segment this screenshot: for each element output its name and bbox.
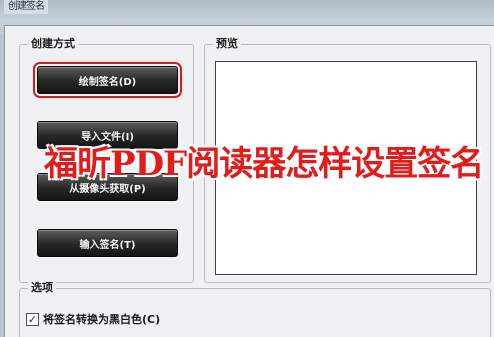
convert-bw-checkbox[interactable]: ✓ [26, 312, 39, 326]
type-signature-button[interactable]: 输入签名(T) [37, 229, 178, 257]
tutorial-caption: 福昕PDF阅读器怎样设置签名 [44, 144, 484, 184]
options-label: 选项 [28, 281, 56, 295]
preview-label: 预览 [213, 37, 241, 51]
convert-bw-option[interactable]: ✓ 将签名转换为黑白色(C) [26, 311, 160, 327]
window-title: 创建签名 [4, 0, 48, 14]
options-group: 选项 ✓ 将签名转换为黑白色(C) [19, 281, 491, 337]
draw-signature-button[interactable]: 绘制签名(D) [33, 62, 182, 98]
create-method-label: 创建方式 [28, 37, 78, 51]
convert-bw-label: 将签名转换为黑白色(C) [43, 313, 161, 326]
